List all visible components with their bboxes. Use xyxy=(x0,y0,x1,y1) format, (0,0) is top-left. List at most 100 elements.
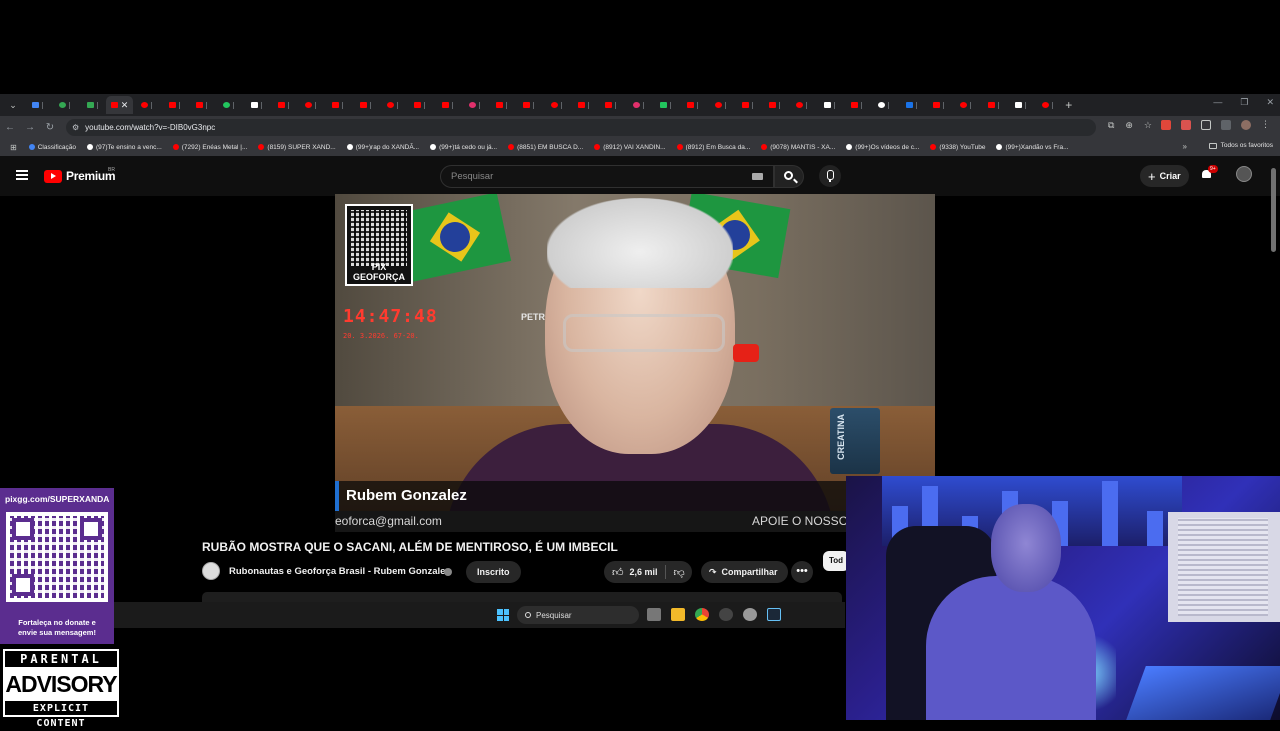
omnibox[interactable]: ⚙ youtube.com/watch?v=-DIB0vG3npc xyxy=(66,118,1096,136)
forward-icon[interactable]: → xyxy=(20,122,40,133)
bookmark-item[interactable]: (9078) MANTIS - XA... xyxy=(761,144,835,151)
zoom-icon[interactable]: ⊕ xyxy=(1125,120,1133,131)
browser-tab[interactable] xyxy=(952,96,979,114)
voice-search-icon[interactable] xyxy=(819,165,841,187)
all-bookmarks-button[interactable]: Todos os favoritos xyxy=(1208,142,1273,149)
browser-tab[interactable] xyxy=(515,96,542,114)
menu-hamburger-icon[interactable] xyxy=(16,170,28,180)
share-button[interactable]: ↷ Compartilhar xyxy=(701,561,788,583)
bookmark-item[interactable]: (7292) Enéas Metal |... xyxy=(172,144,247,151)
close-window-icon[interactable]: ✕ xyxy=(1266,97,1274,108)
bookmark-item[interactable]: (99+)tá cedo ou já... xyxy=(430,144,497,151)
browser-tab[interactable] xyxy=(406,96,433,114)
obs-icon[interactable] xyxy=(719,608,733,621)
browser-tab[interactable] xyxy=(597,96,624,114)
tab-search-icon[interactable]: ⌄ xyxy=(4,96,22,114)
bookmark-item[interactable]: Classificação xyxy=(28,144,76,151)
more-bookmarks-button[interactable]: » xyxy=(1183,142,1187,151)
browser-tab[interactable] xyxy=(79,96,106,114)
browser-tab[interactable] xyxy=(843,96,870,114)
reload-icon[interactable]: ↻ xyxy=(40,122,60,133)
back-icon[interactable]: ← xyxy=(0,122,20,133)
like-count[interactable]: 2,6 mil xyxy=(630,567,658,577)
dislike-icon[interactable]: 👎︎ xyxy=(674,566,685,579)
browser-tab[interactable] xyxy=(625,96,652,114)
bookmark-item[interactable]: (9338) YouTube xyxy=(930,144,985,151)
bookmark-item[interactable]: (8851) EM BUSCA D... xyxy=(508,144,583,151)
bookmark-item[interactable]: (99+)Xandão vs Fra... xyxy=(996,144,1069,151)
bookmark-star-icon[interactable]: ☆ xyxy=(1144,120,1152,131)
browser-tab[interactable] xyxy=(734,96,761,114)
browser-tab[interactable] xyxy=(379,96,406,114)
maximize-icon[interactable]: ❐ xyxy=(1240,97,1248,108)
file-explorer-icon[interactable] xyxy=(671,608,685,621)
browser-tab[interactable] xyxy=(761,96,788,114)
browser-tab[interactable] xyxy=(188,96,215,114)
description-box[interactable] xyxy=(202,592,842,602)
browser-tab[interactable] xyxy=(324,96,351,114)
bookmark-item[interactable]: (99+)Os vídeos de c... xyxy=(846,144,919,151)
profile-avatar[interactable] xyxy=(1241,119,1251,130)
new-tab-button[interactable]: + xyxy=(1065,98,1072,112)
browser-tab[interactable] xyxy=(461,96,488,114)
like-icon[interactable]: 👍︎ xyxy=(612,566,624,579)
site-info-icon[interactable]: ⚙ xyxy=(72,123,79,132)
steam-icon[interactable] xyxy=(767,608,781,621)
browser-tab[interactable] xyxy=(160,96,187,114)
menu-kebab-icon[interactable]: ⋮ xyxy=(1261,119,1270,130)
channel-name[interactable]: Rubonautas e Geoforça Brasil - Rubem Gon… xyxy=(229,566,450,577)
browser-tab[interactable] xyxy=(816,96,843,114)
browser-tab[interactable] xyxy=(1034,96,1061,114)
browser-tab[interactable] xyxy=(488,96,515,114)
browser-tab[interactable] xyxy=(297,96,324,114)
browser-tab[interactable] xyxy=(979,96,1006,114)
browser-tab[interactable] xyxy=(652,96,679,114)
video-player[interactable]: PIX GEOFORÇA 14:47:48 20. 3.2026. 67-20.… xyxy=(335,194,935,532)
browser-tab[interactable] xyxy=(242,96,269,114)
extension-icon[interactable] xyxy=(1181,119,1191,130)
more-actions-button[interactable]: ••• xyxy=(791,561,813,583)
subscribed-button[interactable]: Inscrito xyxy=(466,561,521,583)
extension-icon[interactable] xyxy=(1161,119,1171,130)
browser-tab[interactable] xyxy=(270,96,297,114)
browser-tab[interactable] xyxy=(24,96,51,114)
browser-tab[interactable] xyxy=(433,96,460,114)
browser-tab[interactable] xyxy=(215,96,242,114)
browser-tab[interactable] xyxy=(51,96,78,114)
bookmark-item[interactable]: (8912) Em Busca da... xyxy=(676,144,750,151)
media-icon[interactable] xyxy=(1221,119,1231,130)
search-button[interactable] xyxy=(774,165,804,188)
browser-tab[interactable] xyxy=(352,96,379,114)
extensions-puzzle-icon[interactable] xyxy=(1201,119,1211,130)
apps-grid-icon[interactable]: ⊞ xyxy=(10,143,17,152)
create-button[interactable]: + Criar xyxy=(1140,165,1189,187)
close-tab-icon[interactable]: ✕ xyxy=(121,100,129,111)
page-scrollbar[interactable] xyxy=(1271,168,1276,252)
browser-tab[interactable] xyxy=(570,96,597,114)
browser-tab[interactable] xyxy=(706,96,733,114)
bookmark-item[interactable]: (8912) VAI XANDIN... xyxy=(594,144,666,151)
install-app-icon[interactable]: ⧉ xyxy=(1108,120,1114,131)
browser-tab[interactable] xyxy=(1007,96,1034,114)
browser-tab[interactable] xyxy=(679,96,706,114)
browser-tab[interactable] xyxy=(925,96,952,114)
bookmark-item[interactable]: (99+)rap do XANDÃ... xyxy=(346,144,419,151)
browser-tab[interactable] xyxy=(133,96,160,114)
channel-avatar[interactable] xyxy=(202,562,220,580)
bookmark-item[interactable]: (97)Te ensino a venc... xyxy=(87,144,162,151)
browser-tab[interactable] xyxy=(870,96,897,114)
browser-tab[interactable]: ✕ xyxy=(105,96,134,114)
chrome-icon[interactable] xyxy=(695,608,709,621)
taskbar-search[interactable]: Pesquisar xyxy=(517,606,639,624)
task-view-icon[interactable] xyxy=(647,608,661,621)
windows-start-icon[interactable] xyxy=(497,609,509,621)
browser-tab[interactable] xyxy=(788,96,815,114)
search-input[interactable]: Pesquisar xyxy=(440,165,774,188)
keyboard-icon[interactable] xyxy=(752,173,763,180)
minimize-icon[interactable]: — xyxy=(1213,97,1222,108)
youtube-logo[interactable]: Premium xyxy=(44,169,116,183)
bookmark-item[interactable]: (8159) SUPER XAND... xyxy=(258,144,336,151)
browser-tab[interactable] xyxy=(543,96,570,114)
settings-icon[interactable] xyxy=(743,608,757,621)
browser-tab[interactable] xyxy=(898,96,925,114)
